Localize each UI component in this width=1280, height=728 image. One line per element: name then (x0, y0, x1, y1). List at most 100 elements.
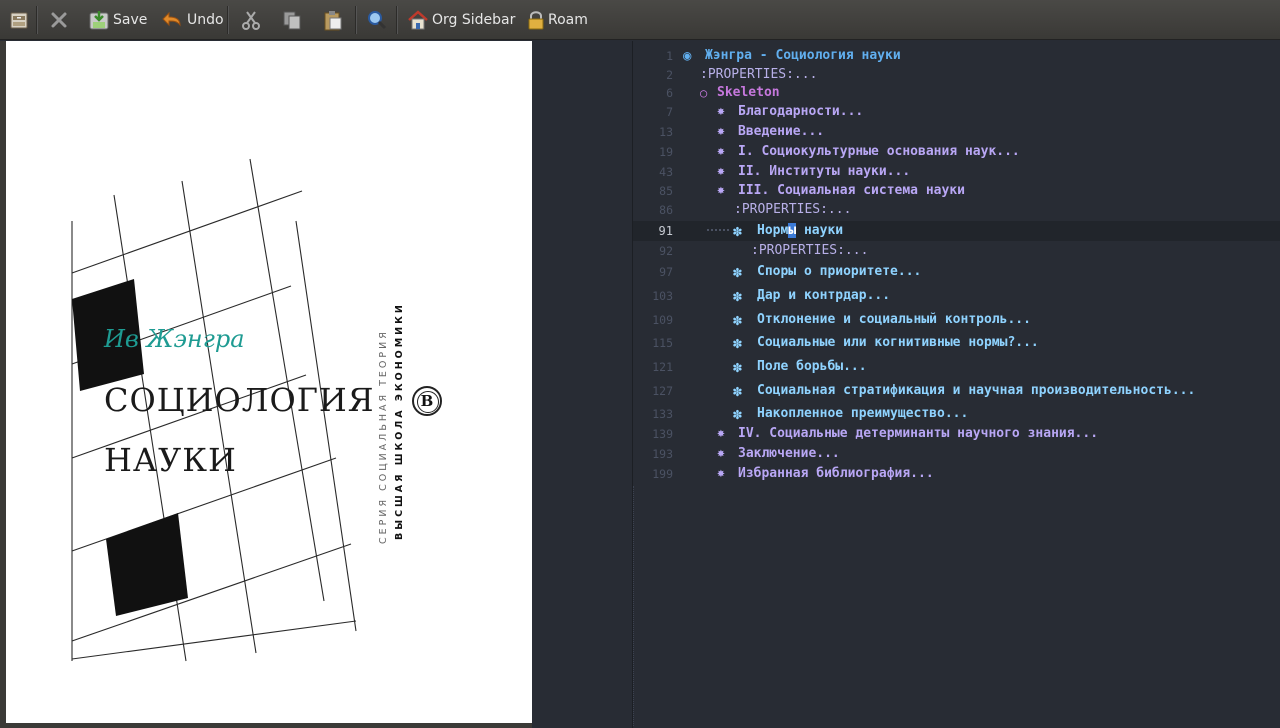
search-button[interactable] (366, 7, 391, 33)
new-file-button[interactable] (8, 7, 33, 33)
line-number: 199 (652, 467, 673, 481)
heading-text: Накопленное преимущество... (757, 406, 969, 421)
heading-text: I. Социокультурные основания наук... (738, 144, 1020, 159)
org-editor[interactable]: 1 ◉ Жэнгра - Социология науки 2 :PROPERT… (633, 41, 1280, 728)
heading-text: Социальная стратификация и научная произ… (757, 383, 1196, 398)
heading-text: Споры о приоритете... (757, 264, 922, 279)
heading-bullet-icon: ✽ (733, 311, 743, 329)
heading-bullet-icon: ✸ (717, 164, 725, 179)
editor-line[interactable]: 85 ✸ III. Социальная система науки (633, 181, 1280, 201)
heading-text: Благодарности... (738, 104, 864, 119)
line-number: 133 (652, 407, 673, 421)
cut-button[interactable] (240, 7, 265, 33)
heading-bullet-icon: ✸ (717, 104, 725, 119)
save-button[interactable]: Save (88, 7, 147, 33)
line-number: 85 (659, 184, 673, 198)
heading-text: Поле борьбы... (757, 359, 867, 374)
copy-icon (281, 9, 303, 31)
line-number: 86 (659, 203, 673, 217)
editor-line[interactable]: 115 ✽ Социальные или когнитивные нормы?.… (633, 333, 1280, 353)
clipboard-icon (322, 9, 344, 31)
cover-title-line2: НАУКИ (104, 441, 237, 479)
line-number: 91 (658, 224, 673, 238)
heading-text: II. Институты науки... (738, 164, 911, 179)
editor-line[interactable]: 1 ◉ Жэнгра - Социология науки (633, 46, 1280, 66)
heading-text: III. Социальная система науки (738, 183, 965, 198)
home-icon (407, 9, 429, 31)
paste-button[interactable] (322, 7, 347, 33)
save-icon (88, 9, 110, 31)
line-number: 43 (659, 165, 673, 179)
editor-current-line[interactable]: 91 ✽ Нормы науки (633, 221, 1280, 241)
heading-bullet-icon: ✸ (717, 144, 725, 159)
properties-drawer: :PROPERTIES:... (700, 67, 818, 82)
editor-line[interactable]: 109 ✽ Отклонение и социальный контроль..… (633, 310, 1280, 330)
org-sidebar-button[interactable]: Org Sidebar (407, 7, 515, 33)
editor-line[interactable]: 2 :PROPERTIES:... (633, 65, 1280, 85)
scissors-icon (240, 9, 262, 31)
editor-line[interactable]: 121 ✽ Поле борьбы... (633, 357, 1280, 377)
heading-text: Социальные или когнитивные нормы?... (757, 335, 1039, 350)
fringe-indicator (633, 486, 636, 726)
line-number: 127 (652, 384, 673, 398)
heading-bullet-icon: ✸ (717, 124, 725, 139)
copy-button[interactable] (281, 7, 306, 33)
editor-line[interactable]: 127 ✽ Социальная стратификация и научная… (633, 381, 1280, 401)
close-button[interactable] (48, 7, 73, 33)
toolbar-separator (227, 6, 229, 34)
editor-left-margin (532, 41, 632, 728)
editor-line[interactable]: 193 ✸ Заключение... (633, 444, 1280, 464)
toolbar: Save Undo Org Sidebar Roam (0, 0, 1280, 40)
properties-drawer: :PROPERTIES:... (734, 202, 852, 217)
editor-line[interactable]: 92 :PROPERTIES:... (633, 241, 1280, 261)
editor-line[interactable]: 7 ✸ Благодарности... (633, 102, 1280, 122)
heading-bullet-icon: ○ (700, 86, 708, 100)
heading-bullet-icon: ◉ (683, 48, 692, 64)
cover-series-text: СЕРИЯ СОЦИАЛЬНАЯ ТЕОРИЯ (378, 329, 389, 544)
heading-bullet-icon: ✽ (733, 287, 743, 305)
heading-text: Заключение... (738, 446, 840, 461)
text-cursor: ы (788, 223, 797, 238)
line-number: 7 (666, 105, 673, 119)
line-number: 139 (652, 427, 673, 441)
editor-line[interactable]: 133 ✽ Накопленное преимущество... (633, 404, 1280, 424)
heading-bullet-icon: ✽ (733, 222, 743, 240)
roam-button[interactable]: Roam (527, 7, 588, 33)
roam-label: Roam (548, 12, 588, 28)
heading-text: Дар и контрдар... (757, 288, 891, 303)
heading-bullet-icon: ✸ (717, 446, 725, 461)
line-number: 6 (666, 86, 673, 100)
editor-line[interactable]: 13 ✸ Введение... (633, 122, 1280, 142)
heading-text: IV. Социальные детерминанты научного зна… (738, 426, 1099, 441)
toolbar-separator (355, 6, 357, 34)
heading-text: Skeleton (717, 85, 780, 100)
editor-line[interactable]: 43 ✸ II. Институты науки... (633, 162, 1280, 182)
line-number: 1 (666, 49, 673, 63)
line-number: 121 (652, 360, 673, 374)
editor-line[interactable]: 199 ✸ Избранная библиография... (633, 464, 1280, 484)
editor-line[interactable]: 97 ✽ Споры о приоритете... (633, 262, 1280, 282)
heading-bullet-icon: ✽ (733, 334, 743, 352)
pdf-viewer[interactable]: Ив Жэнгра СОЦИОЛОГИЯ НАУКИ СЕРИЯ СОЦИАЛЬ… (0, 41, 532, 728)
editor-line[interactable]: 19 ✸ I. Социокультурные основания наук..… (633, 142, 1280, 162)
line-number: 13 (659, 125, 673, 139)
line-number: 92 (659, 244, 673, 258)
line-number: 19 (659, 145, 673, 159)
editor-line[interactable]: 6 ○ Skeleton (633, 83, 1280, 103)
line-number: 109 (652, 313, 673, 327)
editor-line[interactable]: 139 ✸ IV. Социальные детерминанты научно… (633, 424, 1280, 444)
editor-line[interactable]: 103 ✽ Дар и контрдар... (633, 286, 1280, 306)
lock-icon (527, 9, 545, 31)
undo-label: Undo (187, 12, 224, 28)
heading-bullet-icon: ✸ (717, 426, 725, 441)
cover-author: Ив Жэнгра (104, 325, 245, 353)
search-icon (366, 9, 388, 31)
heading-bullet-icon: ✽ (733, 405, 743, 423)
publisher-logo: В (412, 386, 442, 416)
editor-line[interactable]: 86 :PROPERTIES:... (633, 200, 1280, 220)
toolbar-separator (36, 6, 38, 34)
undo-button[interactable]: Undo (162, 7, 224, 33)
line-number: 103 (652, 289, 673, 303)
line-number: 115 (652, 336, 673, 350)
book-cover-page: Ив Жэнгра СОЦИОЛОГИЯ НАУКИ СЕРИЯ СОЦИАЛЬ… (6, 41, 532, 723)
